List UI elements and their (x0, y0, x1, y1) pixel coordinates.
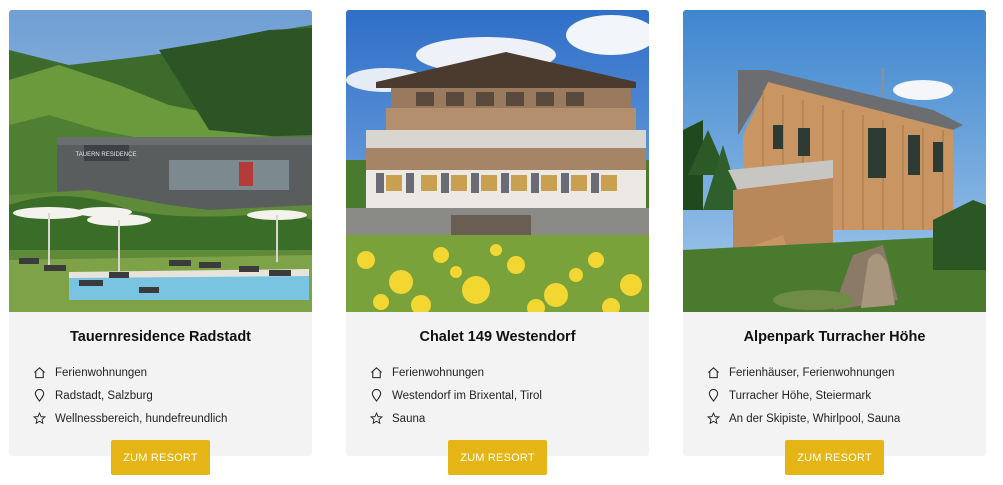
home-icon (33, 366, 46, 379)
feature-highlights: Wellnessbereich, hundefreundlich (33, 407, 302, 430)
feature-highlights-text: Wellnessbereich, hundefreundlich (55, 412, 228, 425)
feature-location: Radstadt, Salzburg (33, 384, 302, 407)
feature-type: Ferienwohnungen (370, 361, 639, 384)
feature-list: Ferienhäuser, Ferienwohnungen Turracher … (707, 361, 976, 430)
location-pin-icon (707, 389, 720, 402)
location-pin-icon (33, 389, 46, 402)
home-icon (707, 366, 720, 379)
feature-list: Ferienwohnungen Radstadt, Salzburg Welln… (33, 361, 302, 430)
zum-resort-button[interactable]: ZUM RESORT (448, 440, 547, 475)
feature-location-text: Turracher Höhe, Steiermark (729, 389, 872, 402)
feature-location: Westendorf im Brixental, Tirol (370, 384, 639, 407)
resort-card-alpenpark: Alpenpark Turracher Höhe Ferienhäuser, F… (683, 10, 986, 475)
star-icon (707, 412, 720, 425)
resort-title[interactable]: Alpenpark Turracher Höhe (683, 329, 986, 345)
star-icon (370, 412, 383, 425)
resort-title[interactable]: Tauernresidence Radstadt (9, 329, 312, 345)
feature-location-text: Westendorf im Brixental, Tirol (392, 389, 542, 402)
feature-type-text: Ferienhäuser, Ferienwohnungen (729, 366, 895, 379)
feature-type: Ferienhäuser, Ferienwohnungen (707, 361, 976, 384)
resort-photo-chalet-149[interactable] (346, 10, 649, 312)
zum-resort-button[interactable]: ZUM RESORT (111, 440, 210, 475)
feature-list: Ferienwohnungen Westendorf im Brixental,… (370, 361, 639, 430)
feature-type-text: Ferienwohnungen (392, 366, 485, 379)
feature-location: Turracher Höhe, Steiermark (707, 384, 976, 407)
feature-type: Ferienwohnungen (33, 361, 302, 384)
feature-type-text: Ferienwohnungen (55, 366, 148, 379)
zum-resort-button[interactable]: ZUM RESORT (785, 440, 884, 475)
home-icon (370, 366, 383, 379)
feature-highlights: An der Skipiste, Whirlpool, Sauna (707, 407, 976, 430)
resort-title[interactable]: Chalet 149 Westendorf (346, 329, 649, 345)
feature-highlights: Sauna (370, 407, 639, 430)
feature-location-text: Radstadt, Salzburg (55, 389, 153, 402)
resort-card-chalet-149: Chalet 149 Westendorf Ferienwohnungen We… (346, 10, 649, 475)
star-icon (33, 412, 46, 425)
building-sign: TAUERN RESIDENCE (76, 152, 137, 158)
resort-photo-tauernresidence[interactable]: TAUERN RESIDENCE (9, 10, 312, 312)
location-pin-icon (370, 389, 383, 402)
resort-photo-alpenpark[interactable] (683, 10, 986, 312)
feature-highlights-text: An der Skipiste, Whirlpool, Sauna (729, 412, 901, 425)
resort-card-tauernresidence: TAUERN RESIDENCE Tauernresidence Radstad… (9, 10, 312, 475)
feature-highlights-text: Sauna (392, 412, 426, 425)
